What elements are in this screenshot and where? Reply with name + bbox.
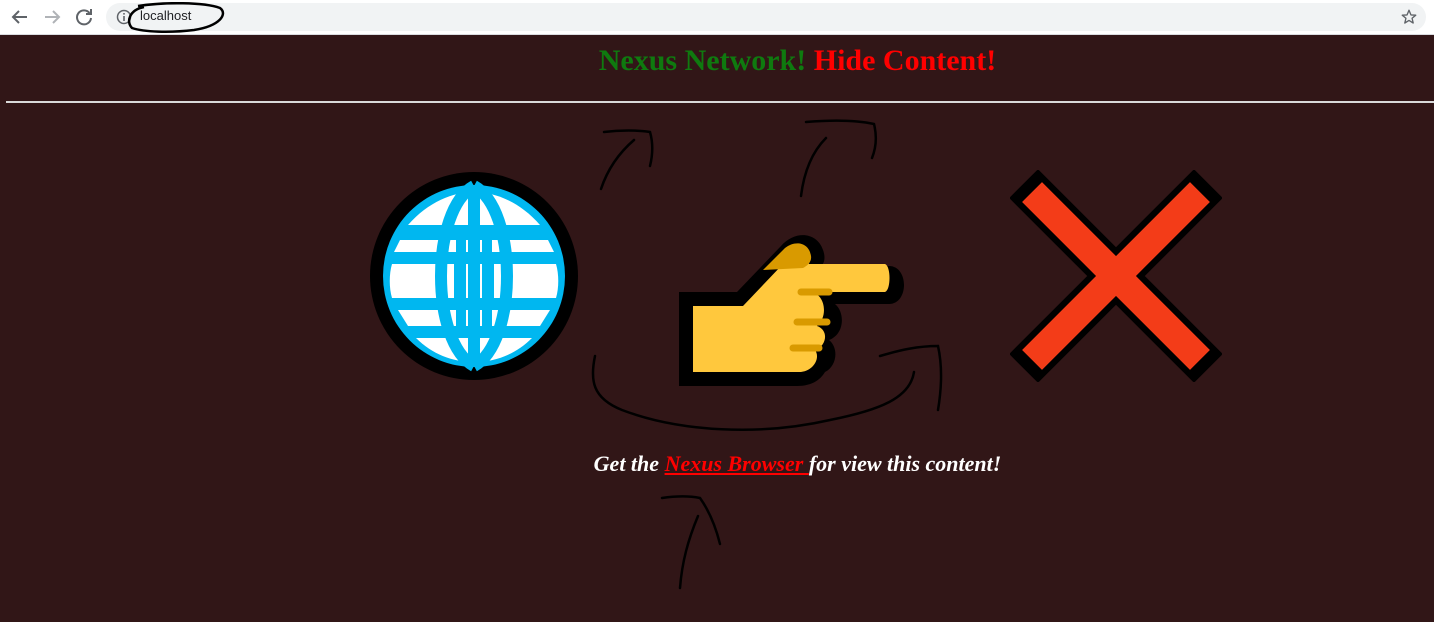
- scribble-arrow-1: [599, 129, 654, 191]
- title-network: Nexus Network!: [598, 44, 807, 77]
- back-button[interactable]: [8, 5, 32, 29]
- page-title: Nexus Network! Hide Content!: [0, 44, 1434, 78]
- title-hide-content: Hide Content!: [813, 44, 997, 77]
- globe-icon: [370, 172, 578, 380]
- scribble-arrow-3: [660, 495, 722, 590]
- divider: [6, 101, 1434, 103]
- reload-button[interactable]: [72, 5, 96, 29]
- pointing-hand-icon: [679, 235, 904, 386]
- scribble-arrow-2: [799, 119, 877, 198]
- tagline-suffix: for view this content!: [808, 451, 1002, 476]
- star-icon[interactable]: [1400, 8, 1418, 26]
- forward-button[interactable]: [40, 5, 64, 29]
- arrow-right-icon: [45, 10, 61, 24]
- tagline: Get the Nexus Browser for view this cont…: [0, 451, 1434, 477]
- address-bar[interactable]: localhost: [106, 3, 1426, 31]
- reload-icon: [76, 9, 92, 26]
- url-scribble: [127, 2, 225, 33]
- cross-mark-icon: [1010, 170, 1222, 382]
- arrow-left-icon: [11, 10, 27, 24]
- nexus-browser-link[interactable]: Nexus Browser: [665, 451, 809, 476]
- tagline-prefix: Get the: [593, 451, 665, 476]
- browser-toolbar: localhost: [0, 0, 1434, 35]
